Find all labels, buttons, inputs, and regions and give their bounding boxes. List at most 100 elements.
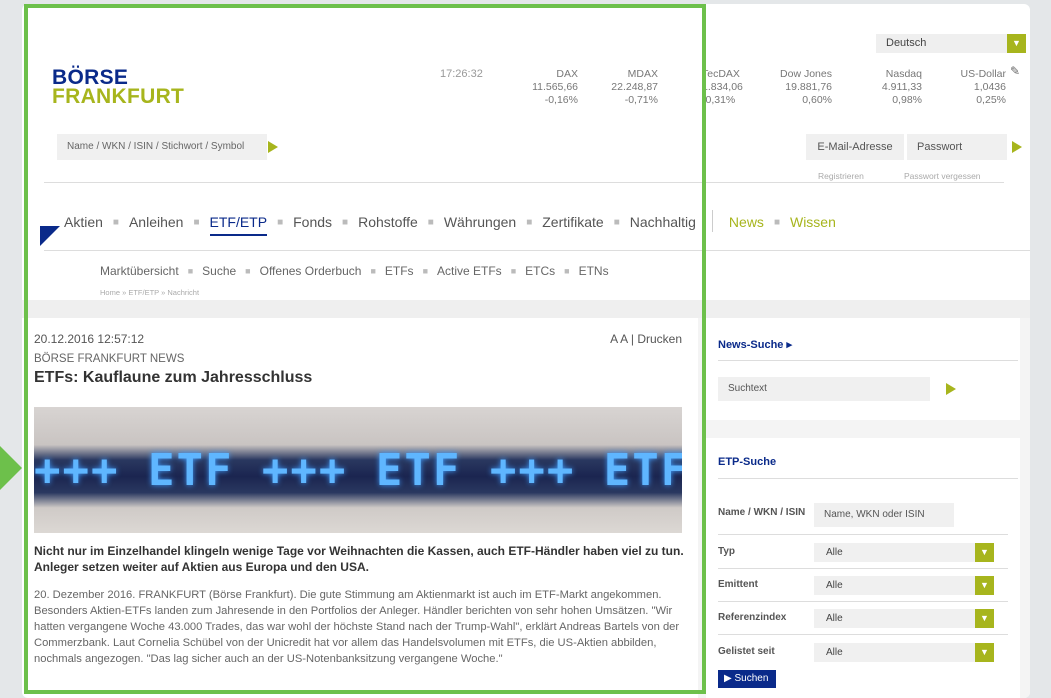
nav-item-aktien[interactable]: Aktien	[64, 214, 103, 230]
nav-item-zertifikate[interactable]: Zertifikate	[542, 214, 603, 230]
nav-divider-line	[44, 250, 1030, 251]
emittent-label: Emittent	[718, 579, 758, 590]
index-value: 4.911,33	[881, 81, 922, 93]
name-wkn-isin-label: Name / WKN / ISIN	[718, 507, 806, 518]
index-change: 0,98%	[892, 94, 922, 106]
chevron-down-icon[interactable]: ▼	[1007, 34, 1026, 53]
email-field[interactable]: E-Mail-Adresse	[806, 134, 904, 160]
page-container: Deutsch ▼ BÖRSE FRANKFURT 17:26:32 DAX 1…	[22, 4, 1030, 698]
article-lead: Nicht nur im Einzelhandel klingeln wenig…	[34, 544, 684, 574]
image-ticker-text: +++ ETF +++ ETF +++ ETF +++	[34, 445, 682, 496]
nav-separator: ■	[526, 217, 533, 228]
chevron-down-icon[interactable]: ▼	[975, 609, 994, 628]
pencil-icon[interactable]: ✎	[1010, 64, 1020, 78]
referenzindex-select[interactable]: Alle ▼	[814, 609, 994, 628]
sub-nav: Marktübersicht ■ Suche ■ Offenes Orderbuch ■ E…	[100, 264, 609, 278]
index-name: Dow Jones	[780, 68, 832, 80]
register-link[interactable]: Registrieren	[818, 171, 864, 181]
index-change: -0,31%	[702, 94, 736, 106]
breadcrumb[interactable]: Home » ETF/ETP » Nachricht	[100, 288, 199, 297]
index-us-dollar[interactable]: US-Dollar 1,0436 0,25%	[926, 68, 1006, 107]
index-dow-jones[interactable]: Dow Jones 19.881,76 0,60%	[752, 68, 832, 107]
gelistet-seit-label: Gelistet seit	[718, 646, 775, 657]
subnav-item-marktuebersicht[interactable]: Marktübersicht	[100, 264, 179, 278]
index-nasdaq[interactable]: Nasdaq 4.911,33 0,98%	[842, 68, 922, 107]
typ-value: Alle	[826, 547, 843, 558]
subnav-item-suche[interactable]: Suche	[202, 264, 236, 278]
forgot-password-link[interactable]: Passwort vergessen	[904, 171, 981, 181]
referenzindex-label: Referenzindex	[718, 612, 787, 623]
nav-item-news[interactable]: News	[729, 214, 764, 230]
subnav-item-orderbuch[interactable]: Offenes Orderbuch	[260, 264, 362, 278]
typ-select[interactable]: Alle ▼	[814, 543, 994, 562]
article-date: 20.12.2016 12:57:12	[34, 332, 145, 346]
search-submit-icon[interactable]	[268, 141, 278, 153]
nav-item-wissen[interactable]: Wissen	[790, 214, 836, 230]
chevron-down-icon[interactable]: ▼	[975, 576, 994, 595]
article-headline: ETFs: Kauflaune zum Jahresschluss	[34, 369, 313, 386]
nav-separator: ■	[427, 217, 434, 228]
news-search-title[interactable]: News-Suche ▸	[718, 338, 792, 351]
nav-item-etf-etp[interactable]: ETF/ETP	[209, 214, 268, 236]
nav-item-anleihen[interactable]: Anleihen	[129, 214, 184, 230]
article-image: +++ ETF +++ ETF +++ ETF +++	[34, 407, 682, 533]
emittent-value: Alle	[826, 580, 843, 591]
news-search-panel: News-Suche ▸ Suchtext	[706, 318, 1020, 420]
password-field[interactable]: Passwort	[907, 134, 1007, 160]
index-change: 0,25%	[976, 94, 1006, 106]
subnav-separator: ■	[564, 266, 570, 276]
chevron-down-icon[interactable]: ▼	[975, 543, 994, 562]
index-change: 0,60%	[802, 94, 832, 106]
subnav-item-active-etfs[interactable]: Active ETFs	[437, 264, 502, 278]
index-name: Nasdaq	[885, 68, 922, 80]
nav-separator: ■	[112, 217, 119, 228]
subnav-separator: ■	[422, 266, 428, 276]
nav-item-fonds[interactable]: Fonds	[293, 214, 332, 230]
nav-item-rohstoffe[interactable]: Rohstoffe	[358, 214, 418, 230]
field-divider	[718, 534, 1008, 535]
subnav-separator: ■	[370, 266, 376, 276]
content-band	[22, 300, 1030, 318]
corner-marker-icon	[40, 226, 60, 246]
nav-separator: ■	[193, 217, 200, 228]
nav-item-waehrungen[interactable]: Währungen	[444, 214, 516, 230]
field-divider	[718, 601, 1008, 602]
index-mdax[interactable]: MDAX 22.248,87 -0,71%	[578, 68, 658, 107]
nav-item-nachhaltig[interactable]: Nachhaltig	[630, 214, 696, 230]
name-wkn-isin-input[interactable]: Name, WKN oder ISIN	[814, 503, 954, 527]
header-divider	[44, 182, 1004, 183]
subnav-separator: ■	[245, 266, 251, 276]
chevron-down-icon[interactable]: ▼	[975, 643, 994, 662]
article-body: 20. Dezember 2016. FRANKFURT (Börse Fran…	[34, 589, 680, 665]
index-value: 1.834,06	[702, 81, 743, 93]
referenzindex-value: Alle	[826, 613, 843, 624]
etp-search-panel: ETP-Suche Name / WKN / ISIN Name, WKN od…	[706, 438, 1020, 698]
gelistet-seit-select[interactable]: Alle ▼	[814, 643, 994, 662]
language-value: Deutsch	[886, 37, 927, 49]
index-tecdax[interactable]: TecDAX 1.834,06 -0,31%	[657, 68, 747, 107]
news-search-input[interactable]: Suchtext	[718, 377, 930, 401]
news-search-submit-icon[interactable]	[946, 383, 956, 395]
article-tools[interactable]: A A | Drucken	[610, 332, 682, 346]
logo-line-2: FRANKFURT	[52, 85, 185, 108]
field-divider	[718, 634, 1008, 635]
index-change: -0,16%	[544, 94, 578, 106]
sidebar: News-Suche ▸ Suchtext ETP-Suche Name / W…	[698, 318, 1030, 698]
subnav-item-etns[interactable]: ETNs	[579, 264, 609, 278]
subnav-separator: ■	[187, 266, 194, 276]
index-dax[interactable]: DAX 11.565,66 -0,16%	[498, 68, 578, 107]
subnav-item-etfs[interactable]: ETFs	[385, 264, 414, 278]
nav-separator: ■	[773, 217, 780, 228]
pointer-arrow-icon	[0, 446, 22, 490]
subnav-item-etcs[interactable]: ETCs	[525, 264, 555, 278]
language-select[interactable]: Deutsch ▼	[876, 34, 1026, 53]
main-nav: Aktien ■ Anleihen ■ ETF/ETP ■ Fonds ■ Rohstoffe ■…	[64, 210, 836, 236]
subnav-separator: ■	[510, 266, 517, 276]
emittent-select[interactable]: Alle ▼	[814, 576, 994, 595]
search-button[interactable]: ▶ Suchen	[718, 670, 776, 688]
index-value: 22.248,87	[611, 81, 658, 93]
logo[interactable]: BÖRSE FRANKFURT	[52, 67, 212, 108]
login-submit-icon[interactable]	[1012, 141, 1022, 153]
search-input[interactable]: Name / WKN / ISIN / Stichwort / Symbol	[57, 134, 267, 160]
index-name: US-Dollar	[960, 68, 1006, 80]
